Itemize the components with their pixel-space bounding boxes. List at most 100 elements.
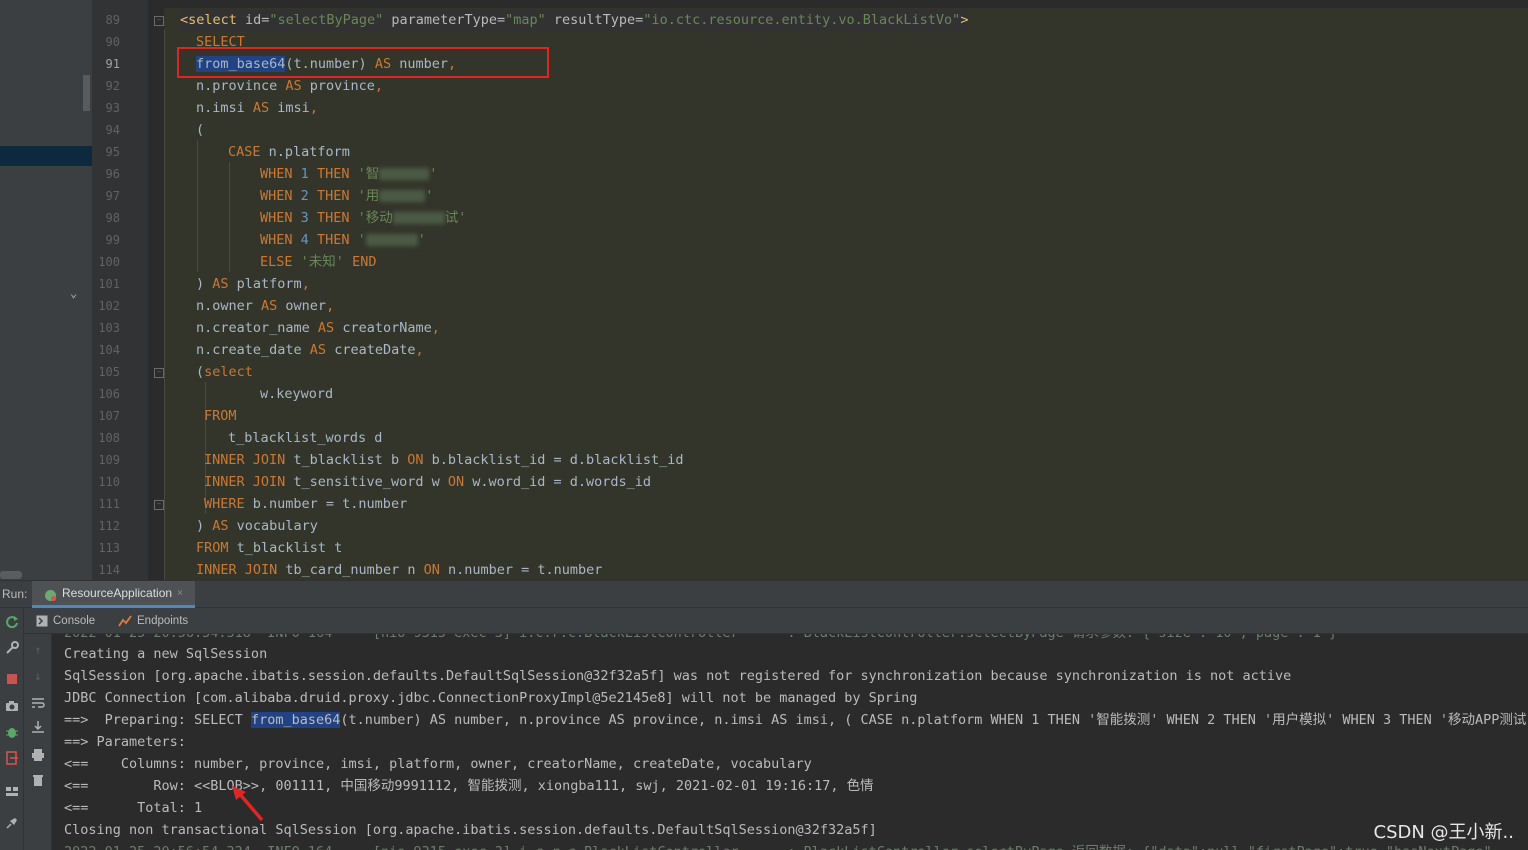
rerun-icon[interactable] <box>4 615 20 631</box>
line-number: 104 <box>98 343 120 357</box>
code-editor[interactable]: ⌄ 89 90 91 92 93 94 95 96 97 98 99 100 101 102 103 104 1… <box>0 0 1528 580</box>
sql-string: ' <box>417 232 426 248</box>
code-area[interactable]: <select id="selectByPage" parameterType=… <box>180 0 1528 580</box>
soft-wrap-icon[interactable] <box>30 696 46 712</box>
code-line-96: WHEN 1 THEN '智 ' <box>260 163 437 185</box>
line-number: 114 <box>98 563 120 577</box>
tab-console[interactable]: Console <box>36 608 95 634</box>
sql-keyword: WHEN <box>260 232 293 248</box>
sql-keyword: WHEN <box>260 210 293 226</box>
line-number: 107 <box>98 409 120 423</box>
code-text: t_blacklist b <box>285 452 408 468</box>
arrow-down-icon[interactable]: ↓ <box>30 668 46 684</box>
fold-marker-icon[interactable]: − <box>154 368 164 378</box>
xml-tag: > <box>960 12 969 28</box>
chevron-down-icon[interactable]: ⌄ <box>70 286 77 300</box>
line-number: 99 <box>105 233 120 247</box>
sql-keyword: END <box>352 254 377 270</box>
pin-icon[interactable] <box>4 816 20 832</box>
indent-guide <box>164 30 165 580</box>
horizontal-scrollbar[interactable] <box>0 571 22 579</box>
line-number: 110 <box>98 475 120 489</box>
code-text: creatorName <box>334 320 432 336</box>
project-panel-edge: ⌄ <box>0 0 92 580</box>
code-line-99: WHEN 4 THEN ' ' <box>260 229 426 251</box>
code-line-107: FROM <box>204 405 237 427</box>
sql-number: 4 <box>300 232 309 248</box>
print-icon[interactable] <box>30 748 46 764</box>
sql-keyword: AS <box>212 518 229 534</box>
code-text: w.word_id = d.words_id <box>464 474 652 490</box>
console-line: ==> Parameters: <box>64 734 195 750</box>
wrench-icon[interactable] <box>4 641 20 657</box>
xml-tag: <select <box>180 12 237 28</box>
code-line-95: CASE n.platform <box>228 141 350 163</box>
tab-endpoints[interactable]: Endpoints <box>118 608 188 634</box>
line-number-gutter: 89 90 91 92 93 94 95 96 97 98 99 100 101 102 103 104 105… <box>92 0 164 580</box>
project-scrollbar[interactable] <box>83 75 90 111</box>
watermark: CSDN @王小新.. <box>1373 822 1514 843</box>
spring-boot-icon <box>44 587 57 601</box>
close-icon[interactable]: × <box>177 588 183 599</box>
code-text: w.keyword <box>260 386 334 402</box>
tab-resource-application[interactable]: ResourceApplication × <box>32 581 195 608</box>
line-number: 92 <box>105 79 120 93</box>
line-number: 113 <box>98 541 120 555</box>
sql-string: '移动 <box>357 210 393 226</box>
line-number: 101 <box>98 277 120 291</box>
code-line-94: ( <box>196 119 204 141</box>
camera-icon[interactable] <box>4 699 20 715</box>
code-text: tb_card_number n <box>277 562 424 578</box>
line-number: 100 <box>98 255 120 269</box>
sql-keyword: INNER JOIN <box>204 474 286 490</box>
console-output[interactable]: 2022-01-25 20:56:54.318 INFO 164 --- [ni… <box>52 634 1528 850</box>
console-line: Closing non transactional SqlSession [or… <box>64 822 877 838</box>
run-tool-window-header: Run: ResourceApplication × <box>0 580 1528 608</box>
exit-icon[interactable] <box>4 751 20 767</box>
code-line-105: (select <box>196 361 253 383</box>
line-number: 112 <box>98 519 120 533</box>
fold-marker-icon[interactable]: − <box>154 500 164 510</box>
endpoints-icon <box>118 614 132 628</box>
code-text: n.province <box>196 78 286 94</box>
code-line-108: t_blacklist_words d <box>228 427 382 449</box>
sql-string: ' <box>429 166 438 182</box>
xml-attr: parameterType= <box>383 12 506 28</box>
code-line-102: n.owner AS owner, <box>196 295 334 317</box>
stop-icon[interactable] <box>4 672 20 688</box>
trash-icon[interactable] <box>30 773 46 789</box>
line-number: 105 <box>98 365 120 379</box>
annotation-red-box <box>177 47 549 78</box>
line-number: 108 <box>98 431 120 445</box>
line-number: 97 <box>105 189 120 203</box>
project-selected-row[interactable] <box>0 146 92 166</box>
line-number: 111 <box>98 497 120 511</box>
xml-attr: resultType= <box>545 12 644 28</box>
sql-string: '智 <box>357 166 380 182</box>
run-toolbar-left <box>0 608 24 850</box>
line-number: 106 <box>98 387 120 401</box>
code-text: b.blacklist_id = d.blacklist_id <box>423 452 684 468</box>
arrow-up-icon[interactable]: ↑ <box>30 642 46 658</box>
console-line: SqlSession [org.apache.ibatis.session.de… <box>64 668 1292 684</box>
sql-keyword: AS <box>261 298 278 314</box>
code-comma: , <box>326 298 335 314</box>
xml-attr-value: "io.ctc.resource.entity.vo.BlackListVo" <box>643 12 961 28</box>
fold-marker-icon[interactable]: − <box>154 16 164 26</box>
sql-keyword: CASE <box>228 144 261 160</box>
code-text: n.creator_name <box>196 320 318 336</box>
debug-bug-icon[interactable] <box>4 725 20 741</box>
code-line-93: n.imsi AS imsi, <box>196 97 318 119</box>
xml-attr-value: "selectByPage" <box>269 12 384 28</box>
code-text: b.number = t.number <box>244 496 408 512</box>
sql-keyword: WHEN <box>260 166 293 182</box>
code-text: n.platform <box>260 144 350 160</box>
layout-icon[interactable] <box>4 784 20 800</box>
code-text: ) <box>196 518 213 534</box>
selected-function-name[interactable]: from_base64 <box>250 712 341 728</box>
sql-keyword: THEN <box>316 188 350 204</box>
sql-keyword: WHERE <box>204 496 245 512</box>
line-number: 93 <box>105 101 120 115</box>
sql-keyword: ON <box>423 562 440 578</box>
scroll-to-end-icon[interactable] <box>30 720 46 736</box>
